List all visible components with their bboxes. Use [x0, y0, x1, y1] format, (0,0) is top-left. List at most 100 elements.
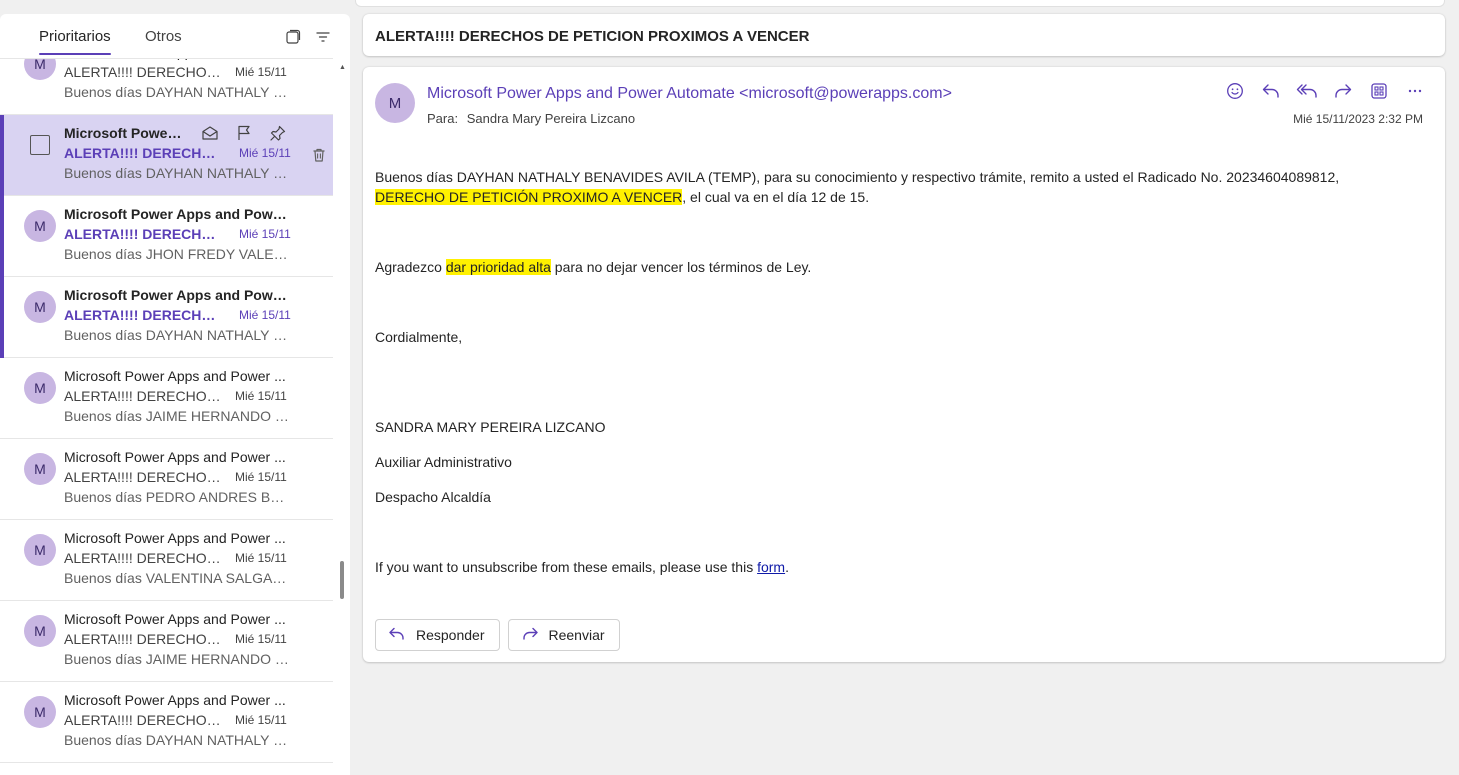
hover-actions	[200, 123, 288, 143]
message-date: Mié 15/11	[235, 65, 287, 79]
message-date: Mié 15/11	[235, 632, 287, 646]
message-preview: Buenos días DAYHAN NATHALY BE...	[64, 327, 290, 343]
message-sender: Microsoft Power Apps and Power...	[64, 206, 290, 222]
reply-label: Responder	[416, 627, 485, 643]
apps-icon[interactable]	[1367, 81, 1391, 101]
reply-icon	[388, 626, 406, 645]
message-list-item[interactable]: M Microsoft Power Apps and Power ... ALERT…	[0, 601, 333, 682]
avatar[interactable]: M	[24, 210, 56, 242]
reply-icon[interactable]	[1259, 81, 1283, 101]
avatar[interactable]: M	[24, 372, 56, 404]
sender-avatar[interactable]: M	[375, 83, 415, 123]
message-subject: ALERTA!!!! DERECHOS ...	[64, 226, 224, 242]
body-text: If you want to unsubscribe from these em…	[375, 559, 758, 575]
message-list: M Microsoft Power Apps and Power ... ALERT…	[0, 58, 333, 775]
to-label: Para:	[427, 111, 459, 126]
tab-prioritarios[interactable]: Prioritarios	[39, 28, 111, 55]
unread-indicator	[0, 115, 4, 196]
unread-indicator	[0, 277, 4, 358]
message-list-item[interactable]: M Microsoft Power Apps and Power... ALERTA…	[0, 277, 333, 358]
highlighted-text: dar prioridad alta	[445, 259, 551, 275]
message-list-item[interactable]: M Microsoft Power Apps and Power ... ALERT…	[0, 682, 333, 763]
select-checkbox[interactable]	[30, 135, 50, 155]
flag-icon[interactable]	[234, 123, 254, 143]
message-preview: Buenos días JAIME HERNANDO PR...	[64, 408, 290, 424]
unread-indicator	[0, 196, 4, 277]
body-text: , el cual va en el día 12 de 15.	[682, 189, 870, 205]
tab-otros[interactable]: Otros	[145, 28, 182, 45]
forward-icon	[521, 626, 539, 645]
toolbar-bar	[355, 0, 1445, 7]
message-sender: Microsoft Power ...	[64, 125, 186, 141]
sent-date: Mié 15/11/2023 2:32 PM	[1293, 112, 1423, 126]
message-subject: ALERTA!!!! DERECHOS ...	[64, 631, 224, 647]
avatar[interactable]: M	[24, 615, 56, 647]
reply-button[interactable]: Responder	[375, 619, 500, 651]
message-preview: Buenos días PEDRO ANDRES BAR...	[64, 489, 290, 505]
signature-office: Despacho Alcaldía	[375, 489, 491, 505]
avatar[interactable]: M	[24, 59, 56, 80]
message-subject: ALERTA!!!! DERECHOS ...	[64, 469, 224, 485]
message-preview: Buenos días DAYHAN NATHALY BE...	[64, 84, 290, 100]
message-subject: ALERTA!!!! DERECHOS ...	[64, 550, 224, 566]
forward-button[interactable]: Reenviar	[507, 619, 620, 651]
trash-icon[interactable]	[309, 145, 329, 165]
avatar[interactable]: M	[24, 696, 56, 728]
message-subject: ALERTA!!!! DERECHOS ...	[64, 712, 224, 728]
message-sender: Microsoft Power Apps and Power ...	[64, 530, 286, 546]
message-preview: Buenos días DAYHAN NATHALY BE...	[64, 165, 290, 181]
unsubscribe-line: If you want to unsubscribe from these em…	[375, 557, 1415, 577]
forward-icon[interactable]	[1331, 81, 1355, 101]
message-subject: ALERTA!!!! DERECHOS ...	[64, 307, 224, 323]
body-text: para no dejar vencer los términos de Ley…	[550, 259, 812, 275]
message-list-item[interactable]: Microsoft Power ... ALERTA!!!! DERECHOS .…	[0, 115, 333, 196]
signature-role: Auxiliar Administrativo	[375, 454, 512, 470]
more-icon[interactable]	[1403, 81, 1427, 101]
unsubscribe-form-link[interactable]: form	[757, 559, 785, 575]
select-mode-icon[interactable]	[284, 28, 302, 46]
avatar[interactable]: M	[24, 534, 56, 566]
signature-name: SANDRA MARY PEREIRA LIZCANO	[375, 419, 606, 435]
message-date: Mié 15/11	[235, 389, 287, 403]
closing: Cordialmente,	[375, 329, 463, 345]
pin-icon[interactable]	[268, 123, 288, 143]
recipient-name[interactable]: Sandra Mary Pereira Lizcano	[467, 111, 635, 126]
avatar[interactable]: M	[24, 453, 56, 485]
body-paragraph-1: Buenos días DAYHAN NATHALY BENAVIDES AVI…	[375, 167, 1415, 207]
message-list-item[interactable]: M Microsoft Power Apps and Power ... ALERT…	[0, 439, 333, 520]
reply-buttons: Responder Reenviar	[375, 619, 620, 651]
message-subject: ALERTA!!!! DERECHOS ...	[64, 388, 224, 404]
highlighted-text: DERECHO DE PETICIÓN PROXIMO A VENCER	[375, 189, 683, 205]
message-list-item[interactable]: M Microsoft Power Apps and Power... ALERTA…	[0, 196, 333, 277]
message-list-item[interactable]: M Microsoft Power Apps and Power ... ALERT…	[0, 358, 333, 439]
message-date: Mié 15/11	[239, 146, 291, 160]
message-date: Mié 15/11	[235, 470, 287, 484]
list-scrollbar[interactable]: ▲	[336, 58, 348, 775]
message-sender: Microsoft Power Apps and Power ...	[64, 59, 290, 60]
message-preview: Buenos días JHON FREDY VALERO ...	[64, 246, 290, 262]
body-text: Agradezco	[375, 259, 446, 275]
message-date: Mié 15/11	[235, 551, 287, 565]
message-sender: Microsoft Power Apps and Power ...	[64, 692, 286, 708]
message-sender: Microsoft Power Apps and Power ...	[64, 611, 286, 627]
avatar[interactable]: M	[24, 291, 56, 323]
message-preview: Buenos días DAYHAN NATHALY BE...	[64, 732, 290, 748]
scroll-up-arrow-icon[interactable]: ▲	[339, 64, 346, 71]
message-list-pane: Prioritarios Otros M Microsoft Power Apps…	[0, 14, 350, 775]
message-list-item[interactable]: M Microsoft Power Apps and Power ... ALERT…	[0, 59, 333, 115]
forward-label: Reenviar	[548, 627, 605, 643]
emoji-icon[interactable]	[1223, 81, 1247, 101]
subject-bar: ALERTA!!!! DERECHOS DE PETICION PROXIMOS…	[363, 14, 1445, 56]
mark-read-icon[interactable]	[200, 123, 220, 143]
message-date: Mié 15/11	[239, 308, 291, 322]
message-list-item[interactable]: M Microsoft Power Apps and Power ... ALERT…	[0, 520, 333, 601]
message-actions	[1223, 81, 1427, 101]
scroll-thumb[interactable]	[340, 561, 344, 599]
reading-pane: M Microsoft Power Apps and Power Automat…	[363, 67, 1445, 662]
sender-name[interactable]: Microsoft Power Apps and Power Automate …	[427, 85, 952, 103]
body-text: .	[785, 559, 789, 575]
message-sender: Microsoft Power Apps and Power...	[64, 287, 290, 303]
filter-icon[interactable]	[314, 28, 332, 46]
reply-all-icon[interactable]	[1295, 81, 1319, 101]
top-toolbar-edge	[0, 0, 1459, 8]
